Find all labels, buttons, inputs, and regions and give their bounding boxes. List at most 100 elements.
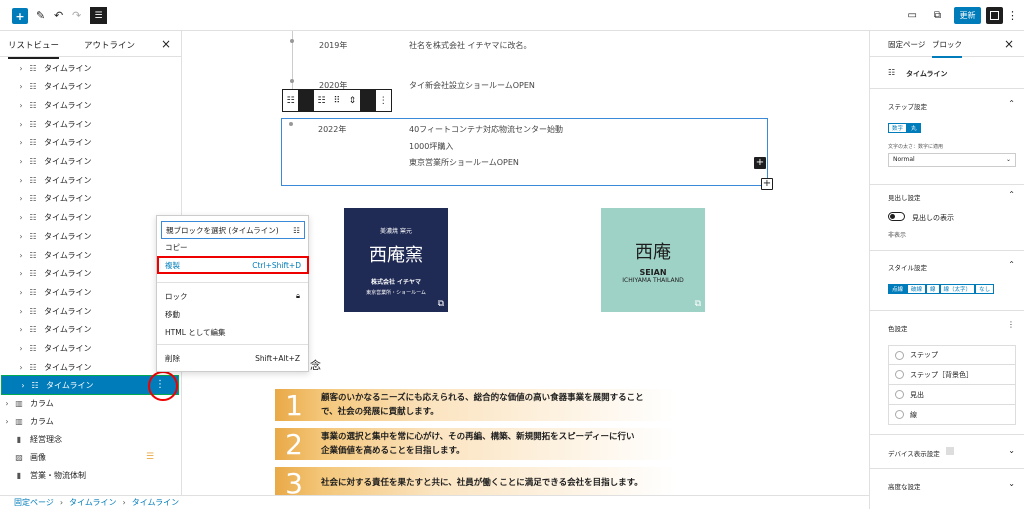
edit-html-menu-item[interactable]: HTML として編集 — [165, 325, 300, 339]
chevron-right-icon[interactable]: › — [16, 176, 26, 185]
list-item-heading[interactable]: ▮ 営業・物流体制 — [0, 466, 181, 484]
close-icon[interactable]: × — [1004, 37, 1014, 51]
pencil-icon[interactable]: ✎ — [36, 6, 45, 25]
more-options-icon[interactable]: ⋮ — [1007, 6, 1018, 25]
drag-handle-icon[interactable]: ⠿ — [329, 96, 344, 106]
tab-page[interactable]: 固定ページ — [888, 39, 925, 50]
list-item[interactable]: › ☷ タイムライン — [0, 209, 181, 227]
chevron-right-icon[interactable]: › — [18, 381, 28, 390]
list-item[interactable]: › ☷ タイムライン — [0, 265, 181, 283]
copy-menu-item[interactable]: コピー — [165, 240, 300, 254]
color-option[interactable]: 見出 — [888, 385, 1016, 405]
duplicate-menu-item[interactable]: 複製 Ctrl+Shift+D — [157, 256, 309, 274]
add-block-icon[interactable]: + — [761, 178, 773, 190]
list-view-icon[interactable]: ☰ — [90, 7, 107, 24]
color-option[interactable]: ステップ — [888, 345, 1016, 365]
more-options-icon[interactable]: ⋮ — [376, 96, 391, 106]
chevron-right-icon[interactable]: › — [16, 120, 26, 129]
chevron-right-icon[interactable]: › — [16, 101, 26, 110]
undo-icon[interactable]: ↶ — [54, 6, 63, 25]
more-options-icon[interactable]: ⋮ — [1007, 320, 1015, 329]
update-button[interactable]: 更新 — [954, 7, 981, 24]
list-item[interactable]: › ☷ タイムライン — [0, 59, 181, 77]
chevron-right-icon[interactable]: › — [16, 288, 26, 297]
chevron-right-icon[interactable]: › — [16, 64, 26, 73]
redo-icon[interactable]: ↷ — [72, 6, 81, 25]
color-option[interactable]: ステップ［背景色］ — [888, 365, 1016, 385]
chevron-right-icon[interactable]: › — [16, 138, 26, 147]
logo-image-seian-thailand[interactable]: 西庵 SEIAN ICHIYAMA THAILAND ⧉ — [601, 208, 705, 312]
external-link-icon[interactable]: ⧉ — [438, 299, 444, 309]
chevron-up-icon[interactable]: ⌃ — [1008, 190, 1015, 199]
list-item[interactable]: › ☷ タイムライン — [0, 96, 181, 114]
list-item[interactable]: › ☷ タイムライン — [0, 302, 181, 320]
chevron-right-icon[interactable]: › — [16, 213, 26, 222]
tab-block[interactable]: ブロック — [932, 39, 962, 58]
menu-item-label: 削除 — [165, 353, 180, 363]
chevron-right-icon[interactable]: › — [16, 194, 26, 203]
list-item[interactable]: › ☷ タイムライン — [0, 134, 181, 152]
list-icon[interactable]: ☷ — [314, 96, 329, 106]
chevron-down-icon[interactable]: ⌄ — [1008, 446, 1015, 455]
settings-panel-icon[interactable] — [986, 7, 1003, 24]
chevron-up-icon[interactable]: ⌃ — [1008, 99, 1015, 108]
chevron-right-icon[interactable]: › — [2, 417, 12, 426]
chevron-right-icon[interactable]: › — [16, 157, 26, 166]
chevron-right-icon[interactable]: › — [16, 232, 26, 241]
list-item[interactable]: › ☷ タイムライン — [0, 246, 181, 264]
chevron-right-icon[interactable]: › — [16, 307, 26, 316]
chevron-right-icon[interactable]: › — [16, 82, 26, 91]
chevron-right-icon[interactable]: › — [2, 399, 12, 408]
list-icon: ☷ — [29, 250, 37, 260]
list-icon: ☷ — [29, 63, 37, 73]
list-item[interactable]: › ☷ タイムライン — [0, 190, 181, 208]
lock-menu-item[interactable]: ロック 🔒︎ — [165, 289, 300, 303]
chevron-down-icon[interactable]: ⌄ — [1008, 479, 1015, 488]
chevron-right-icon[interactable]: › — [16, 269, 26, 278]
logo-image-seianyo[interactable]: 美濃焼 窯元 西庵窯 株式会社 イチヤマ 東京営業所・ショールーム ⧉ — [344, 208, 448, 312]
selected-timeline-block[interactable]: 2022年 40フィートコンテナ対応物流センター始動 1000坪購入 東京営業所… — [281, 118, 768, 186]
chevron-right-icon[interactable]: › — [16, 344, 26, 353]
tab-outline[interactable]: アウトライン — [84, 39, 135, 51]
chevron-right-icon[interactable]: › — [16, 363, 26, 372]
list-item[interactable]: › ☷ タイムライン — [0, 321, 181, 339]
breadcrumb-item[interactable]: 固定ページ — [14, 497, 54, 508]
segment-option[interactable]: 線 — [926, 284, 940, 294]
chevron-right-icon[interactable]: › — [16, 325, 26, 334]
chevron-right-icon[interactable]: › — [16, 251, 26, 260]
heading-toggle[interactable] — [888, 212, 905, 221]
external-link-icon[interactable]: ⧉ — [695, 299, 701, 309]
segment-option[interactable]: 点線 — [888, 284, 908, 294]
segment-option[interactable]: なし — [975, 284, 995, 294]
list-item[interactable]: › ☷ タイムライン — [0, 78, 181, 96]
close-icon[interactable]: × — [161, 37, 171, 51]
list-item[interactable]: › ☷ タイムライン — [0, 227, 181, 245]
external-link-icon[interactable]: ⧉ — [934, 6, 941, 25]
color-option[interactable]: 線 — [888, 405, 1016, 425]
list-icon[interactable]: ☷ — [283, 96, 298, 106]
view-icon[interactable]: ▭ — [908, 6, 917, 25]
breadcrumb-item[interactable]: タイムライン — [132, 497, 179, 508]
list-item[interactable]: › ☷ タイムライン — [0, 115, 181, 133]
list-item-heading[interactable]: ▮ 経営理念 — [0, 430, 181, 448]
list-item[interactable]: › ☷ タイムライン — [0, 283, 181, 301]
move-menu-item[interactable]: 移動 — [165, 307, 300, 321]
delete-menu-item[interactable]: 削除 Shift+Alt+Z — [165, 351, 300, 365]
list-item[interactable]: › ☷ タイムライン — [0, 171, 181, 189]
list-item[interactable]: › ☷ タイムライン — [0, 340, 181, 358]
list-item[interactable]: › ☷ タイムライン — [0, 153, 181, 171]
list-item-column[interactable]: › ▥ カラム — [0, 412, 181, 430]
font-weight-select[interactable]: Normal ⌄ — [888, 153, 1016, 167]
list-item-image[interactable]: ▨ 画像 ☰ — [0, 448, 181, 466]
segment-option[interactable]: 破線 — [907, 284, 927, 294]
add-block-button[interactable]: + — [12, 8, 28, 24]
chevron-up-icon[interactable]: ⌃ — [1008, 260, 1015, 269]
select-parent-menu-item[interactable]: 親ブロックを選択 (タイムライン) ☷ — [161, 221, 305, 239]
add-block-icon[interactable]: + — [754, 157, 766, 169]
segment-option[interactable]: 線（太字） — [939, 284, 976, 294]
breadcrumb-item[interactable]: タイムライン — [69, 497, 116, 508]
tab-list-view[interactable]: リストビュー — [8, 39, 60, 59]
segment-option[interactable]: 数字 — [888, 123, 908, 133]
move-up-down-icon[interactable]: ⇕ — [345, 96, 360, 106]
segment-option[interactable]: 丸 — [907, 123, 921, 133]
